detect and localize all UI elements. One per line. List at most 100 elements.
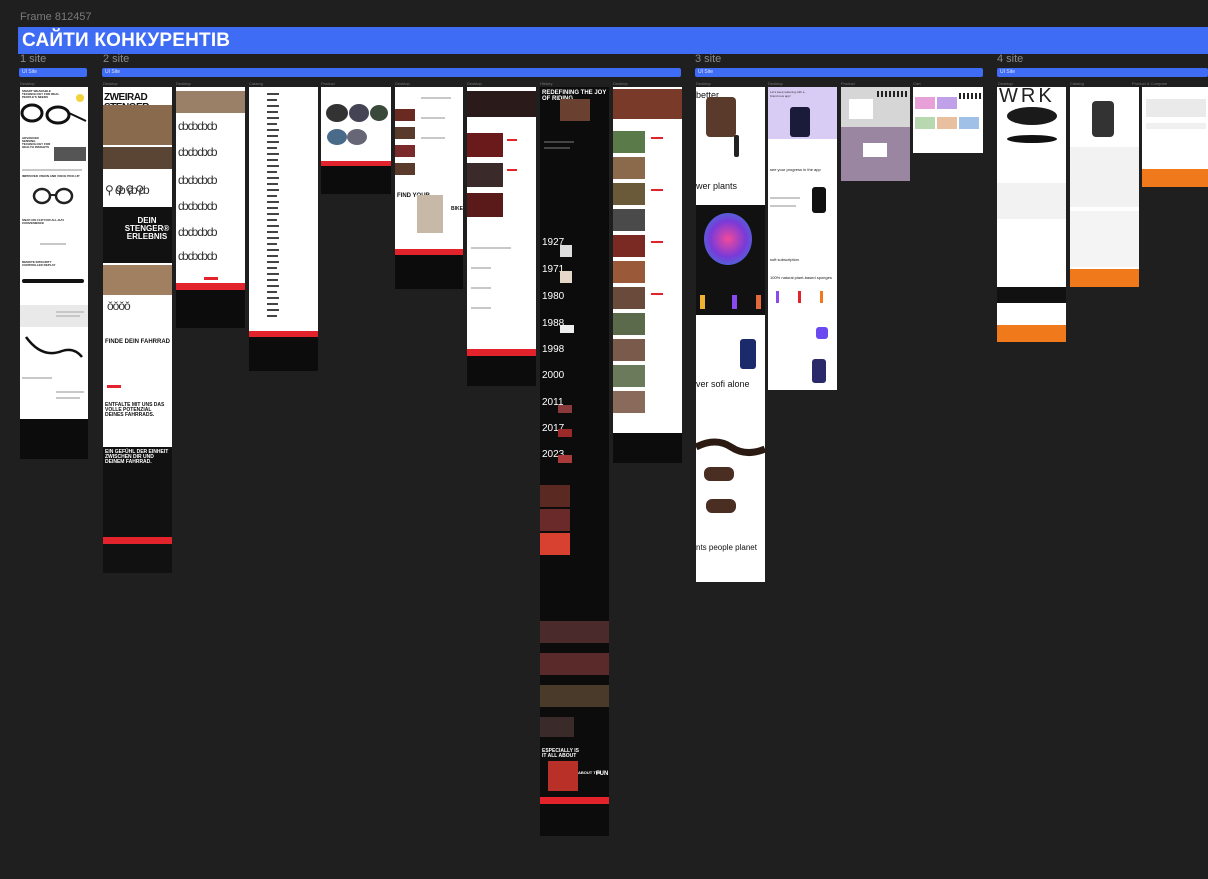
content-image: [613, 157, 645, 179]
content-image: [613, 183, 645, 205]
orange-footer: [1142, 169, 1208, 187]
site1-headline: SMART WEARABLE TECHNOLOGY FOR REAL PEOPL…: [22, 89, 60, 99]
text-line: [267, 207, 278, 209]
site-4-bar[interactable]: UI Site: [997, 68, 1208, 77]
frame-name: Desktop: [998, 81, 1013, 86]
site-3-bar[interactable]: UI Site: [695, 68, 983, 77]
glasses-side-image: [22, 279, 84, 283]
thumb-image: [395, 163, 415, 175]
orange-footer: [1070, 269, 1139, 287]
text-line: [267, 147, 277, 149]
gallery-row: [540, 653, 609, 675]
banner-title: САЙТИ КОНКУРЕНТІВ: [22, 30, 231, 51]
cta-button[interactable]: [107, 385, 121, 388]
flower-block: [696, 205, 765, 315]
site-4-home-frame[interactable]: WRK: [997, 87, 1066, 342]
text-line: [267, 171, 277, 173]
modal-card[interactable]: [849, 99, 873, 119]
site-2-home-frame[interactable]: ZWEIRAD STENGER ⚲ ⚲ ⚲ ⚲ ȸ ȸ ȸ DEIN STENG…: [103, 87, 172, 573]
site-1-bar[interactable]: UI Site: [19, 68, 87, 77]
text-line: [56, 397, 80, 399]
site-1-home-frame[interactable]: SMART WEARABLE TECHNOLOGY FOR REAL PEOPL…: [20, 87, 88, 459]
site-2-catalog-frame[interactable]: ȸȸȸȸ ȸȸȸȸ ȸȸȸȸ ȸȸȸȸ ȸȸȸȸ ȸȸȸȸ: [176, 87, 245, 328]
especially-heading: ESPECIALLY IS IT ALL ABOUT: [542, 748, 579, 759]
product-image: [1007, 107, 1057, 125]
content-image: [613, 365, 645, 387]
site-3-product-frame[interactable]: [841, 87, 910, 181]
alone-heading: ver sofi alone: [696, 379, 750, 389]
bike-row: ȸȸȸȸ: [178, 225, 218, 239]
product-row: [959, 93, 981, 99]
app-tagline: Let's keep watering with a brand new app…: [770, 90, 805, 98]
glasses-icon: [32, 187, 74, 205]
site-1-label: 1 site: [20, 53, 47, 65]
content-image: [467, 133, 503, 157]
site-footer: [176, 288, 245, 328]
text-line: [267, 297, 279, 299]
dein-block: DEIN STENGER® ERLEBNIS: [103, 207, 172, 263]
gallery-row: [540, 685, 609, 707]
gallery-row: [997, 287, 1066, 303]
text-line: [770, 205, 796, 207]
site-3-cart-frame[interactable]: [913, 87, 983, 153]
phone-image: [790, 107, 810, 137]
site-3-app-frame[interactable]: Let's keep watering with a brand new app…: [768, 87, 837, 390]
red-band: [103, 537, 172, 544]
frame-label[interactable]: Frame 812457: [20, 11, 92, 23]
year-image: [558, 429, 572, 437]
year-image: [558, 405, 572, 413]
year-label: 2000: [542, 370, 565, 381]
site-3-bar-label: UI Site: [698, 69, 714, 75]
text-line: [421, 97, 451, 99]
frame-name: Desktop: [613, 81, 628, 86]
red-band: [467, 349, 536, 356]
frame-name: Catalog: [1070, 81, 1084, 86]
catalog-grid: [1070, 211, 1139, 267]
bike-heading: BIKE: [451, 206, 463, 212]
site-footer: [20, 419, 88, 459]
title-banner[interactable]: САЙТИ КОНКУРЕНТІВ: [18, 27, 1208, 54]
hero-image: [54, 147, 86, 161]
site-2-list-frame[interactable]: [249, 87, 318, 371]
text-line: [267, 135, 278, 137]
text-line: [421, 137, 445, 139]
red-link[interactable]: [651, 189, 663, 191]
site-2-history-frame[interactable]: REDEFINING THE JOY OF RIDING 1927 1971 1…: [540, 87, 609, 836]
site-footer: [613, 433, 682, 463]
ride-image: [103, 265, 172, 295]
red-link[interactable]: [507, 139, 517, 141]
text-line: [267, 201, 279, 203]
modal-card[interactable]: [863, 143, 887, 157]
site-4-catalog-frame[interactable]: [1070, 87, 1139, 287]
phone-image: [812, 187, 826, 213]
red-link[interactable]: [651, 241, 663, 243]
orange-footer: [997, 325, 1066, 342]
text-line: [267, 177, 279, 179]
text-line: [267, 105, 279, 107]
text-line: [267, 189, 279, 191]
text-line: [56, 311, 84, 313]
content-image: [613, 339, 645, 361]
site-4-compare-frame[interactable]: [1142, 87, 1208, 187]
site-2-finder-frame[interactable]: FIND YOUR BIKE: [395, 87, 463, 289]
load-more-button[interactable]: [204, 277, 218, 280]
site-3-home-frame[interactable]: better_ wer plants ver sofi alone nts pe…: [696, 87, 765, 582]
red-link[interactable]: [651, 293, 663, 295]
text-line: [267, 309, 279, 311]
red-band: [176, 283, 245, 290]
site1-vision-heading: IMPROVED VISION AND VOICE PICK-UP: [22, 174, 80, 178]
site-footer: [395, 255, 463, 289]
red-link[interactable]: [651, 137, 663, 139]
site-2-product-frame[interactable]: [321, 87, 391, 194]
frame-name: Desktop: [103, 81, 118, 86]
bike-row: ȸȸȸȸ: [178, 119, 218, 133]
site-2-gallery-frame[interactable]: [613, 87, 682, 463]
hero-image: [103, 105, 172, 145]
app-icon: [816, 327, 828, 339]
site-2-bar[interactable]: UI Site: [102, 68, 681, 77]
text-line: [267, 261, 279, 263]
red-link[interactable]: [507, 169, 517, 171]
product-image: [798, 291, 801, 303]
frame-name: Desktop: [696, 81, 711, 86]
site-2-page-frame[interactable]: [467, 87, 536, 386]
